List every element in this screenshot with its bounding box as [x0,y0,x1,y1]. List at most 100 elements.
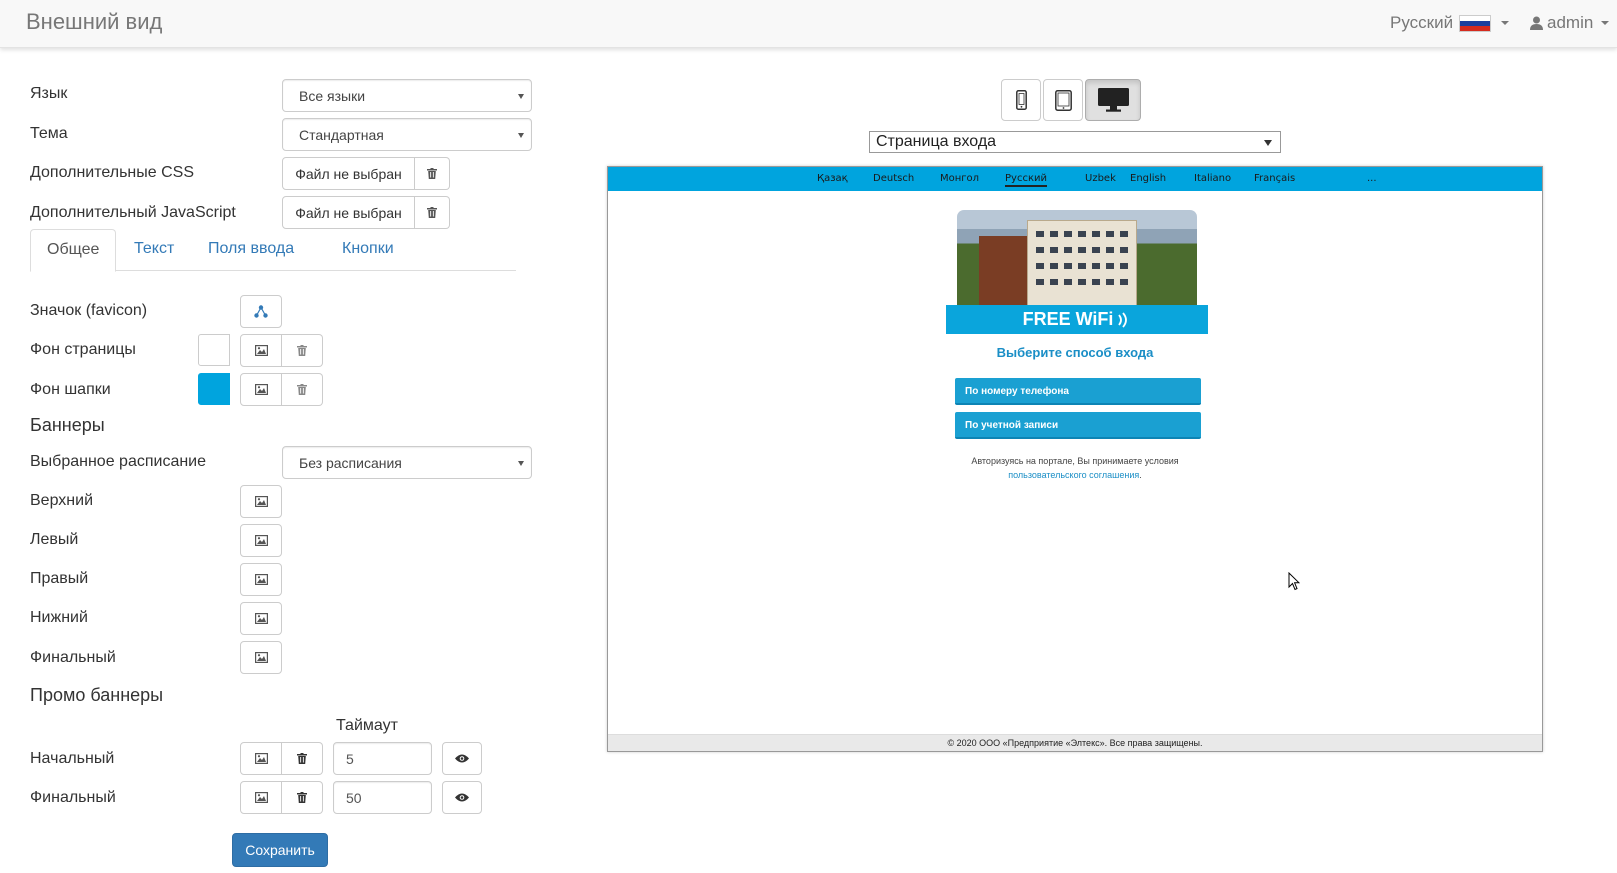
image-icon [254,574,268,585]
promo-banners-heading: Промо баннеры [30,685,164,705]
caret-down-icon [1501,21,1510,25]
final-banner-label: Финальный [30,649,116,666]
js-file-button[interactable]: Файл не выбран [282,196,415,229]
top-banner-image-button[interactable] [240,485,282,518]
top-banner-label: Верхний [30,492,93,509]
preview-lang-francais[interactable]: Français [1254,173,1295,184]
portal-preview: Қазақ Deutsch Монгол Русский Uzbek Engli… [607,166,1543,752]
initial-promo-delete-button[interactable] [282,742,323,775]
banners-heading: Баннеры [30,415,105,435]
save-button[interactable]: Сохранить [232,833,328,867]
russia-flag-icon [1459,14,1492,32]
language-label: Язык [30,85,68,102]
header-bg-label: Фон шапки [30,381,111,398]
preview-banner-image [957,210,1197,306]
timeout-header: Таймаут [336,717,398,734]
page-title: Внешний вид [26,9,163,34]
css-file-button[interactable]: Файл не выбран [282,157,415,190]
preview-lang-uzbek[interactable]: Uzbek [1085,173,1116,184]
theme-select[interactable]: Стандартная [282,118,532,151]
preview-lang-kazakh[interactable]: Қазақ [817,173,848,184]
image-icon [254,753,268,764]
free-wifi-banner: FREE WiFi [946,305,1208,334]
eye-icon [455,754,469,763]
preview-choose-method: Выберите способ входа [996,345,1154,360]
page-bg-color-swatch[interactable] [198,334,230,366]
trash-icon [297,345,307,356]
user-name: admin [1547,13,1594,32]
image-icon [254,496,268,507]
tab-buttons[interactable]: Кнопки [326,229,410,271]
preview-page-select[interactable]: Страница входа [869,131,1281,153]
schedule-select[interactable]: Без расписания [282,446,532,479]
terms-text: Авторизуясь на портале, Вы принимаете ус… [971,456,1179,466]
final-promo-image-button[interactable] [240,781,282,814]
page-bg-delete-button[interactable] [282,334,323,367]
preview-account-login-button[interactable]: По учетной записи [955,412,1201,439]
right-banner-image-button[interactable] [240,563,282,596]
desktop-view-button[interactable] [1085,79,1141,121]
image-icon [254,384,268,395]
language-select[interactable]: Все языки [282,79,532,112]
final-promo-timeout-input[interactable]: 50 [333,781,432,814]
tab-text[interactable]: Текст [118,229,190,271]
final-banner-image-button[interactable] [240,641,282,674]
css-delete-button[interactable] [415,157,450,190]
preview-lang-russian[interactable]: Русский [1005,173,1047,187]
preview-lang-more[interactable]: ... [1367,173,1377,184]
tablet-view-button[interactable] [1043,79,1083,121]
initial-promo-timeout-input[interactable]: 5 [333,742,432,775]
schedule-label: Выбранное расписание [30,453,207,470]
preview-lang-mongol[interactable]: Монгол [940,173,979,184]
caret-down-icon [1601,21,1610,25]
left-banner-image-button[interactable] [240,524,282,557]
terms-link[interactable]: пользовательского соглашения [1008,470,1139,480]
final-promo-preview-button[interactable] [442,781,482,814]
final-promo-delete-button[interactable] [282,781,323,814]
js-label: Дополнительный JavaScript [30,204,236,221]
user-dropdown[interactable]: admin [1530,13,1610,33]
page-bg-image-button[interactable] [240,334,282,367]
tab-input-fields[interactable]: Поля ввода [192,229,310,271]
wifi-signal-icon [1118,311,1128,328]
mouse-cursor-icon [1288,572,1300,591]
favicon-label: Значок (favicon) [30,302,148,319]
css-label: Дополнительные CSS [30,164,194,181]
image-icon [254,652,268,663]
preview-lang-deutsch[interactable]: Deutsch [873,173,914,184]
preview-phone-login-button[interactable]: По номеру телефона [955,378,1201,405]
theme-label: Тема [30,125,68,142]
image-icon [254,792,268,803]
preview-header: Қазақ Deutsch Монгол Русский Uzbek Engli… [608,167,1542,191]
bottom-banner-image-button[interactable] [240,602,282,635]
header-bg-image-button[interactable] [240,373,282,406]
terms-end: . [1139,470,1142,480]
trash-icon [297,384,307,395]
initial-promo-label: Начальный [30,750,115,767]
header-bg-delete-button[interactable] [282,373,323,406]
initial-promo-preview-button[interactable] [442,742,482,775]
trash-icon [297,792,307,803]
building-main [1027,220,1137,306]
trash-icon [427,168,437,179]
trash-icon [297,753,307,764]
preview-lang-italiano[interactable]: Italiano [1194,173,1231,184]
image-icon [254,345,268,356]
page-bg-label: Фон страницы [30,341,136,358]
preview-terms: Авторизуясь на портале, Вы принимаете ус… [608,454,1542,482]
js-delete-button[interactable] [415,196,450,229]
left-banner-label: Левый [30,531,79,548]
preview-lang-english[interactable]: English [1130,173,1166,184]
bottom-banner-label: Нижний [30,609,88,626]
tab-general[interactable]: Общее [30,229,117,272]
header-bg-color-swatch[interactable] [198,373,230,405]
final-promo-label: Финальный [30,789,116,806]
favicon-upload-button[interactable] [240,295,282,328]
language-dropdown[interactable]: Русский [1390,13,1510,33]
phone-icon [1015,90,1027,110]
image-icon [254,535,268,546]
mobile-view-button[interactable] [1001,79,1041,121]
image-icon [254,613,268,624]
language-label: Русский [1390,13,1454,32]
initial-promo-image-button[interactable] [240,742,282,775]
